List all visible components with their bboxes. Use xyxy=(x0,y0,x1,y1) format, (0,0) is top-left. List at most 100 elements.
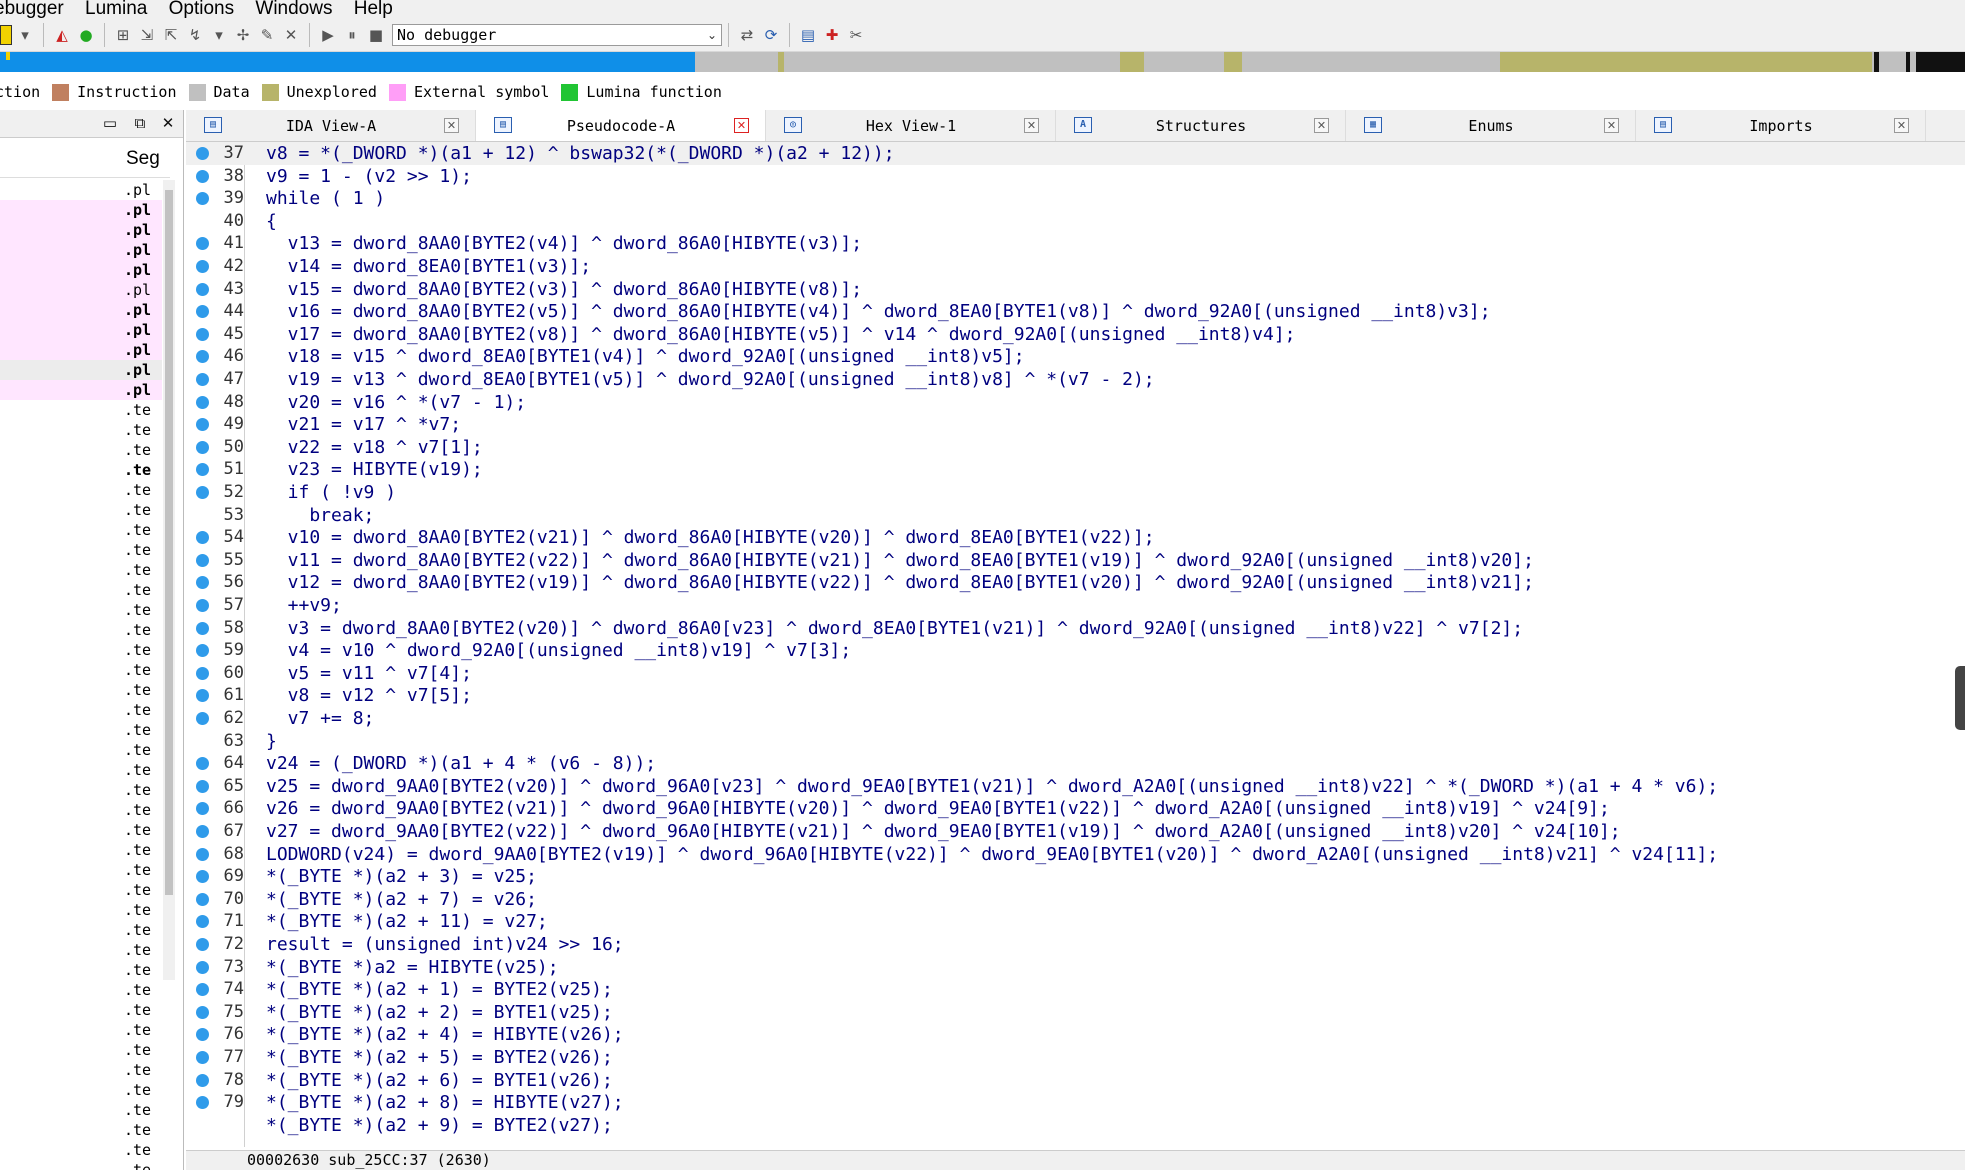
segments-column-header[interactable]: Seg xyxy=(0,142,170,178)
breakpoint-dot-icon[interactable] xyxy=(196,825,209,838)
segment-row[interactable]: .te xyxy=(0,980,162,1000)
code-line[interactable]: 71 *(_BYTE *)(a2 + 11) = v27; xyxy=(186,910,1965,933)
segment-row[interactable]: .te xyxy=(0,1000,162,1020)
close-icon[interactable]: ✕ xyxy=(280,24,302,46)
segment-row[interactable]: .pl xyxy=(0,300,162,320)
code-text[interactable]: v14 = dword_8EA0[BYTE1(v3)]; xyxy=(266,255,591,278)
code-text[interactable]: *(_BYTE *)(a2 + 5) = BYTE2(v26); xyxy=(266,1046,613,1069)
edit-icon[interactable]: ✎ xyxy=(256,24,278,46)
debugger-select[interactable]: No debugger ⌄ xyxy=(392,23,722,46)
breakpoint-dot-icon[interactable] xyxy=(196,531,209,545)
code-line[interactable]: 54 v10 = dword_8AA0[BYTE2(v21)] ^ dword_… xyxy=(186,526,1965,549)
menu-help[interactable]: Help xyxy=(354,0,393,18)
segment-row[interactable]: .te xyxy=(0,660,162,680)
add-breakpoint-icon[interactable]: ✚ xyxy=(821,24,843,46)
code-text[interactable]: v10 = dword_8AA0[BYTE2(v21)] ^ dword_86A… xyxy=(266,526,1155,549)
code-line[interactable]: 40 { xyxy=(186,210,1965,233)
trace-icon[interactable]: ⊞ xyxy=(112,24,134,46)
breakpoint-dot-icon[interactable] xyxy=(196,192,209,206)
breakpoint-dot-icon[interactable] xyxy=(196,847,209,861)
segment-row[interactable]: .te xyxy=(0,440,162,460)
stop-icon[interactable]: ■ xyxy=(365,24,387,46)
code-line[interactable]: 65 v25 = dword_9AA0[BYTE2(v20)] ^ dword_9… xyxy=(186,775,1965,798)
breakpoint-dot-icon[interactable] xyxy=(196,983,209,997)
code-line[interactable]: 77 *(_BYTE *)(a2 + 5) = BYTE2(v26); xyxy=(186,1046,1965,1069)
pseudocode-view[interactable]: 37 v8 = *(_DWORD *)(a1 + 12) ^ bswap32(*(… xyxy=(186,142,1965,1147)
pause-icon[interactable]: ⏸ xyxy=(341,24,363,46)
segment-row[interactable]: .te xyxy=(0,400,162,420)
code-text[interactable]: result = (unsigned int)v24 >> 16; xyxy=(266,933,624,956)
segment-row[interactable]: .te xyxy=(0,820,162,840)
code-text[interactable]: *(_BYTE *)(a2 + 6) = BYTE1(v26); xyxy=(266,1069,613,1092)
segment-row[interactable]: .te xyxy=(0,1100,162,1120)
code-line[interactable]: 56 v12 = dword_8AA0[BYTE2(v19)] ^ dword_… xyxy=(186,571,1965,594)
breakpoint-dot-icon[interactable] xyxy=(196,147,209,160)
breakpoint-dot-icon[interactable] xyxy=(196,666,209,680)
code-text[interactable]: v22 = v18 ^ v7[1]; xyxy=(266,436,483,459)
breakpoint-dot-icon[interactable] xyxy=(196,599,209,612)
code-text[interactable]: v3 = dword_8AA0[BYTE2(v20)] ^ dword_86A0… xyxy=(266,617,1523,640)
close-icon[interactable]: ✕ xyxy=(444,118,459,133)
breakpoint-dot-icon[interactable] xyxy=(196,463,209,477)
segment-row[interactable]: .te xyxy=(0,720,162,740)
segment-row[interactable]: .te xyxy=(0,520,162,540)
segment-row[interactable]: .te xyxy=(0,560,162,580)
code-line[interactable]: 67 v27 = dword_9AA0[BYTE2(v22)] ^ dword_9… xyxy=(186,820,1965,843)
code-text[interactable]: v18 = v15 ^ dword_8EA0[BYTE1(v4)] ^ dwor… xyxy=(266,345,1025,368)
tab-ida-view[interactable]: ▤ IDA View-A ✕ xyxy=(186,110,476,141)
breakpoint-dot-icon[interactable] xyxy=(196,960,209,974)
segment-row[interactable]: .te xyxy=(0,460,162,480)
segments-scrollbar[interactable] xyxy=(163,180,175,980)
code-text[interactable]: v23 = HIBYTE(v19); xyxy=(266,458,483,481)
code-text[interactable]: if ( !v9 ) xyxy=(266,481,396,504)
code-line[interactable]: 76 *(_BYTE *)(a2 + 4) = HIBYTE(v26); xyxy=(186,1023,1965,1046)
code-text[interactable]: *(_BYTE *)(a2 + 7) = v26; xyxy=(266,888,537,911)
code-text[interactable]: v16 = dword_8AA0[BYTE2(v5)] ^ dword_86A0… xyxy=(266,300,1491,323)
code-text[interactable]: v25 = dword_9AA0[BYTE2(v20)] ^ dword_96A… xyxy=(266,775,1718,798)
segment-row[interactable]: .pl xyxy=(0,360,162,380)
close-icon[interactable]: ✕ xyxy=(158,113,178,133)
code-line[interactable]: 79 *(_BYTE *)(a2 + 8) = HIBYTE(v27); xyxy=(186,1091,1965,1114)
code-line[interactable]: 39 while ( 1 ) xyxy=(186,187,1965,210)
code-text[interactable]: v5 = v11 ^ v7[4]; xyxy=(266,662,472,685)
code-line[interactable]: 74 *(_BYTE *)(a2 + 1) = BYTE2(v25); xyxy=(186,978,1965,1001)
segment-row[interactable]: .te xyxy=(0,880,162,900)
segment-row[interactable]: .pl xyxy=(0,380,162,400)
code-text[interactable]: *(_BYTE *)(a2 + 4) = HIBYTE(v26); xyxy=(266,1023,624,1046)
code-line[interactable]: 48 v20 = v16 ^ *(v7 - 1); xyxy=(186,391,1965,414)
segment-row[interactable]: .te xyxy=(0,1080,162,1100)
segment-row[interactable]: .te xyxy=(0,500,162,520)
code-text[interactable]: } xyxy=(266,730,277,753)
breakpoint-dot-icon[interactable] xyxy=(196,440,209,454)
code-text[interactable]: while ( 1 ) xyxy=(266,187,385,210)
code-text[interactable]: *(_BYTE *)(a2 + 11) = v27; xyxy=(266,910,548,933)
segment-row[interactable]: .te xyxy=(0,680,162,700)
code-text[interactable]: v8 = v12 ^ v7[5]; xyxy=(266,684,472,707)
code-line[interactable]: 55 v11 = dword_8AA0[BYTE2(v22)] ^ dword_… xyxy=(186,549,1965,572)
chevron-down-icon[interactable]: ▾ xyxy=(208,24,230,46)
segment-row[interactable]: .te xyxy=(0,840,162,860)
breakpoint-dot-icon[interactable] xyxy=(196,350,209,364)
segment-row[interactable]: .te xyxy=(0,420,162,440)
breakpoint-dot-icon[interactable] xyxy=(196,373,209,386)
close-icon[interactable]: ✕ xyxy=(1894,118,1909,133)
step-icon[interactable]: ⇲ xyxy=(136,24,158,46)
segment-row[interactable]: .te xyxy=(0,1060,162,1080)
code-text[interactable]: break; xyxy=(266,504,374,527)
breakpoint-dot-icon[interactable] xyxy=(196,237,209,251)
code-line[interactable]: 68 LODWORD(v24) = dword_9AA0[BYTE2(v19)] … xyxy=(186,843,1965,866)
code-line[interactable]: 46 v18 = v15 ^ dword_8EA0[BYTE1(v4)] ^ d… xyxy=(186,345,1965,368)
code-text[interactable]: ++v9; xyxy=(266,594,342,617)
breakpoint-icon[interactable]: ✢ xyxy=(232,24,254,46)
breakpoint-dot-icon[interactable] xyxy=(196,938,209,951)
code-line[interactable]: 38 v9 = 1 - (v2 >> 1); xyxy=(186,165,1965,188)
segment-row[interactable]: .te xyxy=(0,780,162,800)
float-icon[interactable]: ⧉ xyxy=(130,113,150,133)
tab-hex-view[interactable]: ◎ Hex View-1 ✕ xyxy=(766,110,1056,141)
color-marker-icon[interactable] xyxy=(0,24,12,45)
segment-row[interactable]: .te xyxy=(0,800,162,820)
segment-row[interactable]: .te xyxy=(0,860,162,880)
code-text[interactable]: v17 = dword_8AA0[BYTE2(v8)] ^ dword_86A0… xyxy=(266,323,1296,346)
segment-row[interactable]: .pl xyxy=(0,340,162,360)
close-icon[interactable]: ✕ xyxy=(1314,118,1329,133)
